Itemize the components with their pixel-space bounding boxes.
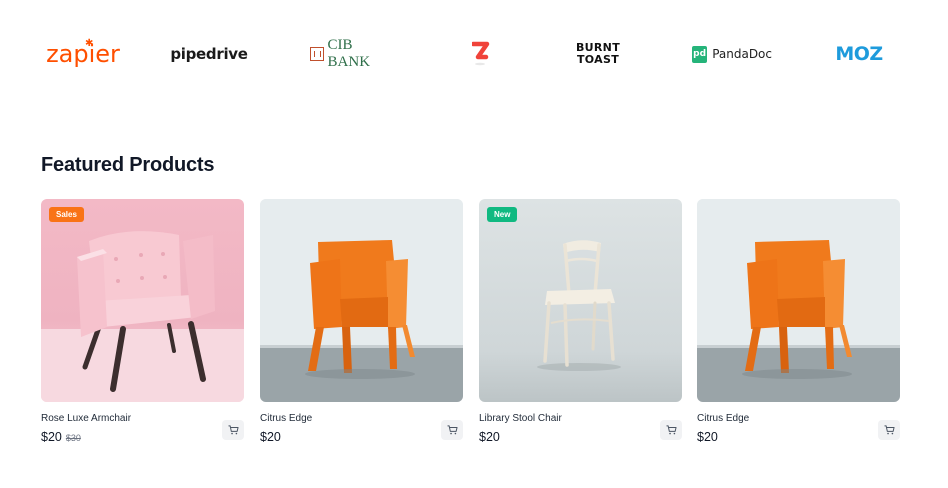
- product-price: $20: [260, 430, 281, 444]
- product-price: $20 $30: [41, 430, 81, 444]
- current-price: $20: [41, 430, 62, 444]
- burnt-toast-logo: BURNT TOAST: [576, 36, 620, 72]
- product-name[interactable]: Citrus Edge: [260, 413, 312, 424]
- sales-badge: Sales: [49, 207, 84, 222]
- orange-chair-image: [260, 199, 463, 402]
- burnt-line-2: TOAST: [577, 53, 619, 66]
- new-badge: New: [487, 207, 518, 222]
- product-card[interactable]: Citrus Edge $20: [260, 199, 463, 449]
- product-image[interactable]: [697, 199, 900, 402]
- zapier-asterisk-icon: ✱: [85, 38, 94, 49]
- pipedrive-logo: pipedrive: [170, 36, 248, 72]
- product-name[interactable]: Citrus Edge: [697, 413, 749, 424]
- product-card[interactable]: Citrus Edge $20: [697, 199, 900, 449]
- cib-wordmark: CIB BANK: [327, 37, 371, 70]
- cart-icon: [228, 425, 239, 435]
- pink-armchair-image: [41, 199, 244, 402]
- product-name[interactable]: Library Stool Chair: [479, 413, 562, 424]
- white-wooden-chair-image: [479, 199, 682, 402]
- current-price: $20: [260, 430, 281, 444]
- cib-mark-icon: [310, 47, 324, 61]
- product-image[interactable]: [41, 199, 244, 402]
- cib-bank-logo: CIB BANK: [310, 36, 396, 72]
- pandadoc-logo: pd PandaDoc: [692, 36, 772, 72]
- zapier-wordmark: zapier: [46, 40, 120, 68]
- product-card[interactable]: New Library Stool Chair $20: [479, 199, 682, 449]
- cart-icon: [884, 425, 895, 435]
- add-to-cart-button[interactable]: [222, 420, 244, 440]
- pipedrive-wordmark: pipedrive: [170, 45, 248, 63]
- cart-icon: [447, 425, 458, 435]
- moz-wordmark: MOZ: [835, 43, 883, 65]
- cart-icon: [666, 425, 677, 435]
- current-price: $20: [479, 430, 500, 444]
- product-image[interactable]: [479, 199, 682, 402]
- product-card[interactable]: Sales Rose Luxe Armchair $20 $30: [41, 199, 244, 449]
- section-title: Featured Products: [41, 154, 215, 176]
- orange-chair-image: [697, 199, 900, 402]
- brand-logos-strip: zapier ✱ pipedrive CIB BANK BURNT TOAST …: [0, 0, 948, 110]
- moz-logo: MOZ: [829, 36, 889, 72]
- zeplin-z-icon: [472, 41, 490, 66]
- add-to-cart-button[interactable]: [878, 420, 900, 440]
- add-to-cart-button[interactable]: [441, 420, 463, 440]
- zapier-logo: zapier ✱: [46, 36, 120, 72]
- add-to-cart-button[interactable]: [660, 420, 682, 440]
- zeplin-logo: [470, 36, 492, 72]
- current-price: $20: [697, 430, 718, 444]
- product-image[interactable]: [260, 199, 463, 402]
- product-price: $20: [697, 430, 718, 444]
- pandadoc-wordmark: PandaDoc: [712, 47, 772, 61]
- product-price: $20: [479, 430, 500, 444]
- pandadoc-mark-icon: pd: [692, 45, 708, 63]
- old-price: $30: [65, 433, 81, 443]
- product-name[interactable]: Rose Luxe Armchair: [41, 413, 131, 424]
